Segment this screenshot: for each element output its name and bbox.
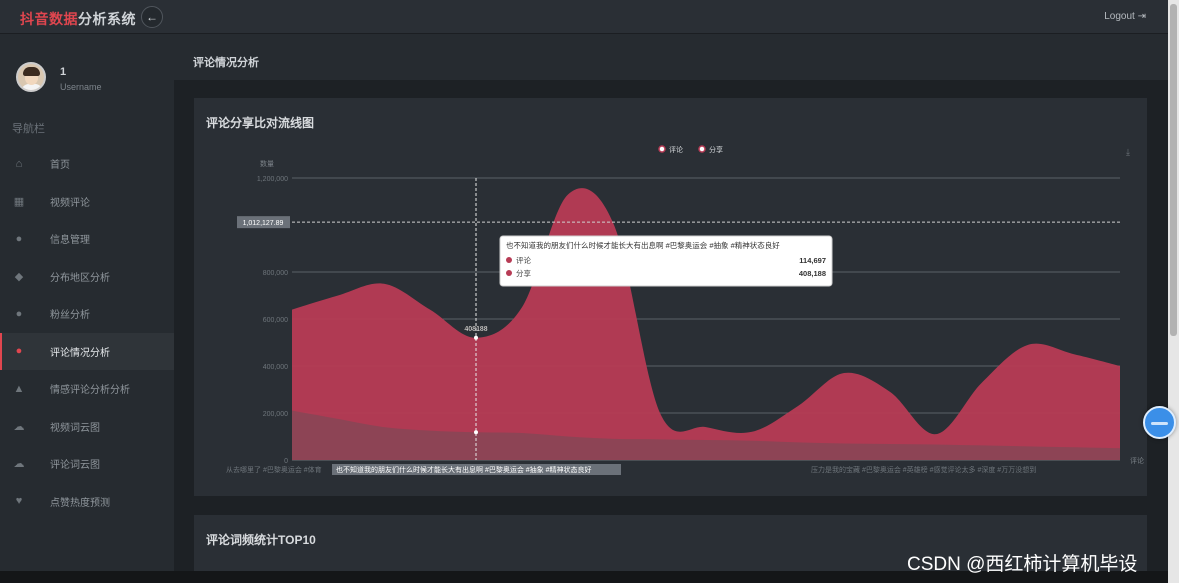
logout-icon: ⇥ [1137,11,1146,22]
sidebar-item-3[interactable]: ◆ 分布地区分析 [0,258,174,296]
tooltip-row-value: 114,697 [799,256,826,265]
y-tick-label: 1,200,000 [257,176,288,183]
breadcrumb: 评论情况分析 [174,34,1168,80]
page-title: 评论情况分析 [193,57,259,69]
sidebar-item-9[interactable]: ♥ 点赞热度预测 [0,483,174,521]
users-icon: ● [15,307,23,320]
user-role: Username [60,82,102,92]
main-content: 评论情况分析 评论分享比对流线图 0 200,000 400,000 600,000 8… [174,34,1168,583]
y-tick-label: 0 [284,458,288,465]
arrow-left-icon: ← [146,10,158,24]
tooltip-row-value: 408,188 [799,269,826,278]
watermark: CSDN @西红柿计算机毕设 [907,554,1138,575]
tooltip-title: 也不知道我的朋友们什么时候才能长大有出息啊 #巴黎奥运会 #抽象 #精神状态良好 [506,240,780,250]
fire-icon: ▲ [13,382,25,395]
scrollbar-thumb[interactable] [1170,4,1177,336]
sidebar-item-label: 视频词云图 [50,422,100,434]
sidebar-item-1[interactable]: ▦ 视频评论 [0,183,174,221]
sidebar-item-label: 首页 [50,160,70,172]
sidebar-item-label: 粉丝分析 [50,310,90,322]
logout-label: Logout [1104,11,1135,22]
heart-icon: ♥ [15,495,23,508]
tooltip-marker [506,270,512,276]
crosshair-value-label: 1,012,127.89 [243,220,284,227]
area-chart[interactable]: 0 200,000 400,000 600,000 800,000 1,200,000 数量… [194,98,1147,496]
user-icon: ● [15,232,23,245]
sidebar-item-label: 评论词云图 [50,460,100,472]
sidebar-item-label: 情感评论分析分析 [50,385,130,397]
y-tick-label: 800,000 [263,270,288,277]
sidebar-item-label: 分布地区分析 [50,272,110,284]
nav-heading: 导航栏 [12,123,45,135]
cloud-download-icon: ☁ [13,458,25,471]
logout-link[interactable]: Logout ⇥ [1104,11,1146,22]
sidebar-item-0[interactable]: ⌂ 首页 [0,145,174,183]
x-axis-label: 评论 [1130,456,1144,465]
page-scrollbar[interactable] [1168,0,1179,583]
y-tick-label: 600,000 [263,317,288,324]
comment-icon: ● [15,345,23,358]
legend-marker[interactable] [698,145,706,153]
share-point-label: 408188 [464,326,487,333]
sidebar-item-label: 评论情况分析 [50,347,110,359]
y-tick-label: 400,000 [263,364,288,371]
avatar[interactable] [16,62,46,92]
download-icon: ⤓ [1126,147,1130,157]
map-pin-icon: ◆ [14,270,24,283]
legend-label: 分享 [709,145,723,154]
comment-point-marker[interactable] [474,430,478,435]
sidebar-toggle-button[interactable]: ← [141,6,163,28]
sidebar-nav: ⌂ 首页 ▦ 视频评论 ● 信息管理 ◆ 分布地区分析 ● 粉丝分析 ● 评论情况分析 ▲ 情感评论分析分… [0,145,174,520]
brand-part2: 分析系统 [78,11,136,27]
tooltip-row-name: 分享 [516,268,531,278]
cloud-upload-icon: ☁ [13,420,25,433]
brand-logo[interactable]: 抖音数据分析系统 [20,9,136,29]
wordfreq-panel-title: 评论词频统计TOP10 [206,533,316,547]
sidebar-item-label: 信息管理 [50,235,90,247]
sidebar-item-8[interactable]: ☁ 评论词云图 [0,445,174,483]
share-point-marker[interactable] [474,335,478,340]
sidebar-item-label: 点赞热度预测 [50,497,110,509]
x-tick-label-highlight: 也不知道我的朋友们什么时候才能长大有出息啊 #巴黎奥运会 #抽象 #精神状态良好 [336,465,592,474]
x-tick-label: 压力是我的宝藏 #巴黎奥运会 #英雄榜 #感觉评论太多 #深度 #万万没想到 [811,465,1036,474]
tooltip-row-name: 评论 [516,255,531,265]
sidebar: 1 Username 导航栏 ⌂ 首页 ▦ 视频评论 ● 信息管理 ◆ 分布地区分析 ● 粉丝分析… [0,34,174,583]
legend-marker[interactable] [658,145,666,153]
sidebar-item-7[interactable]: ☁ 视频词云图 [0,408,174,446]
sidebar-item-2[interactable]: ● 信息管理 [0,220,174,258]
floating-action-button[interactable] [1143,406,1176,439]
chart-panel: 评论分享比对流线图 0 200,000 400,000 600,000 800,000 1… [194,98,1147,496]
series-share-area[interactable] [292,188,1120,460]
app-window: 抖音数据分析系统 ← Logout ⇥ 1 Username 导航栏 ⌂ 首页 ▦ 视… [0,0,1179,583]
sidebar-item-label: 视频评论 [50,197,90,209]
x-tick-label: 从去哪里了 #巴黎奥运会 #体育 [226,465,322,474]
y-axis-label: 数量 [260,159,274,168]
sidebar-item-6[interactable]: ▲ 情感评论分析分析 [0,370,174,408]
top-bar: 抖音数据分析系统 ← Logout ⇥ [0,0,1168,34]
brand-part1: 抖音数据 [20,11,78,27]
grid-icon: ▦ [13,195,25,208]
sidebar-item-5[interactable]: ● 评论情况分析 [0,332,174,370]
home-icon: ⌂ [15,157,23,170]
tooltip-marker [506,257,512,263]
user-name: 1 [60,66,67,78]
sidebar-item-4[interactable]: ● 粉丝分析 [0,295,174,333]
legend-label: 评论 [669,145,683,154]
y-tick-label: 200,000 [263,411,288,418]
